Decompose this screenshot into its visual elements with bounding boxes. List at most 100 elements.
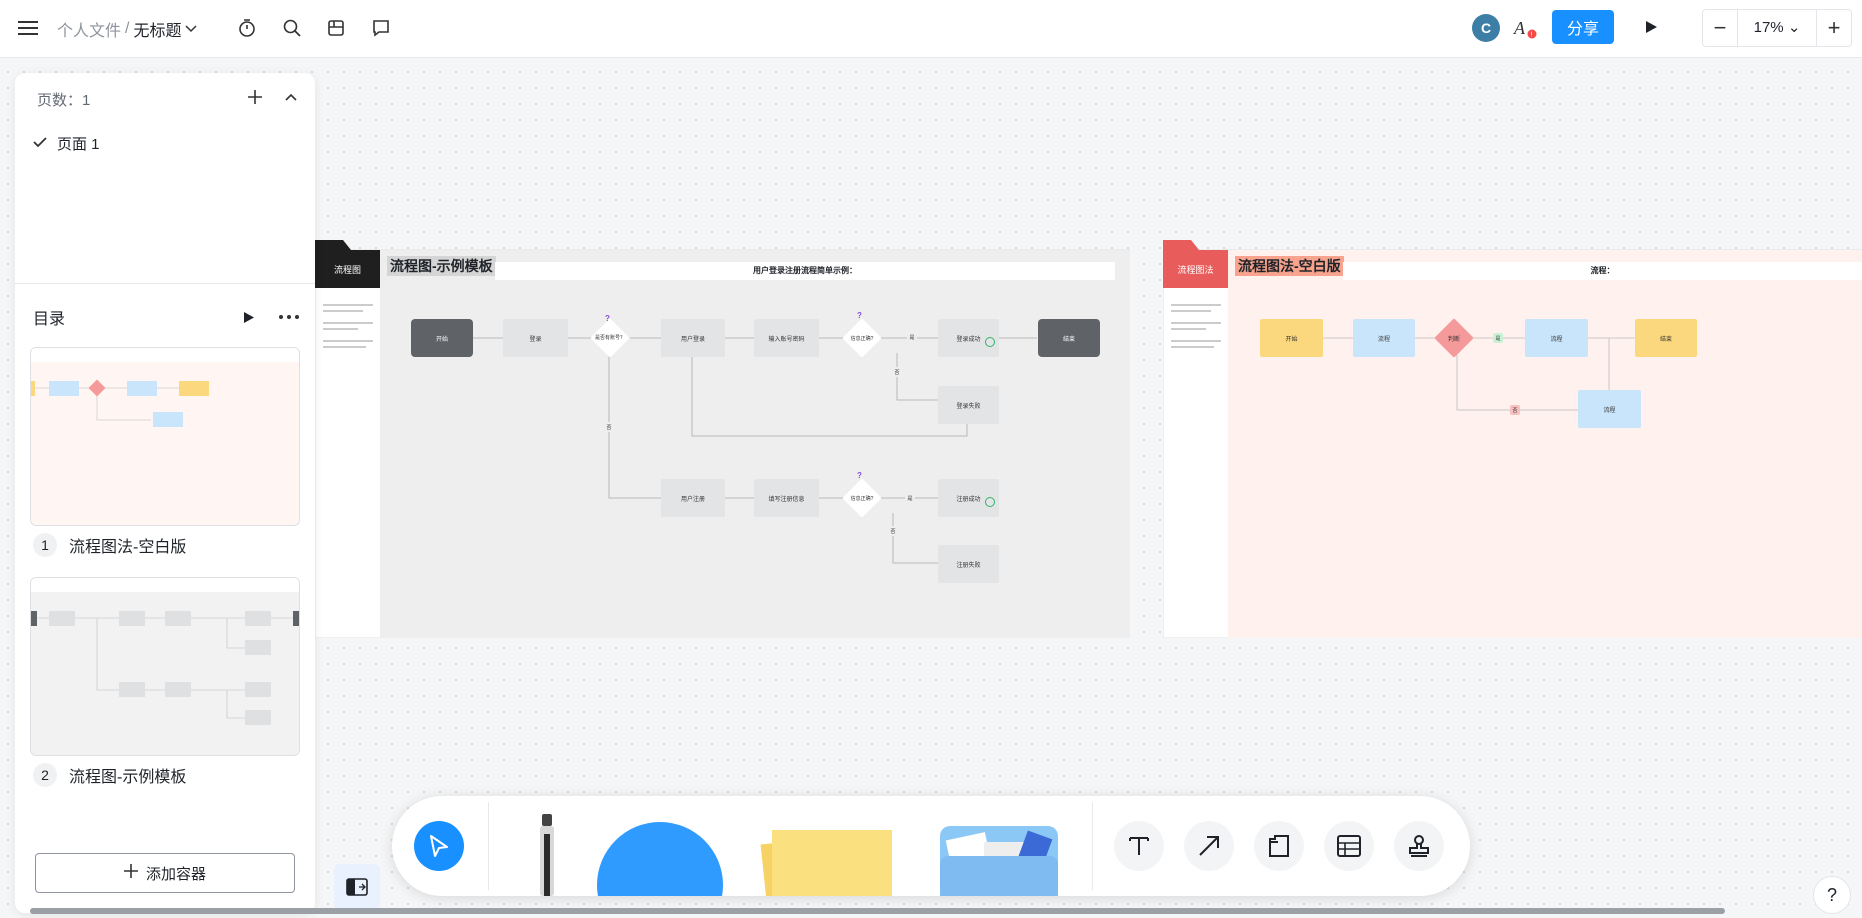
flow-node-step[interactable]: 流程 — [1525, 319, 1588, 357]
sticky-note-tool[interactable] — [754, 824, 894, 896]
play-icon[interactable] — [1638, 14, 1664, 40]
stamp-icon — [1409, 835, 1429, 857]
flow-node-end[interactable]: 结束 — [1635, 319, 1697, 357]
svg-text:A: A — [1513, 18, 1526, 38]
cursor-icon — [430, 835, 448, 857]
flow-label-no: 否 — [888, 526, 898, 536]
toc-item-1[interactable]: 1 流程图法-空白版 — [33, 533, 186, 557]
material-library-tool[interactable] — [940, 826, 1058, 896]
svg-text:!: ! — [1531, 32, 1533, 39]
pages-panel: 页数：1 页面 1 目录 1 流程图法-空白版 2 流程图-示例模板 添加容器 — [15, 73, 315, 913]
archive-icon[interactable] — [323, 15, 349, 41]
table-icon — [1337, 835, 1361, 857]
flow-diamond-label: 判断 — [1447, 336, 1460, 343]
flow-label-yes: 是 — [905, 493, 915, 503]
flow-diamond-label: 信息正确? — [850, 495, 874, 502]
flow-label-yes: 是 — [1493, 333, 1503, 343]
play-icon[interactable] — [237, 305, 261, 329]
flow-connectors — [473, 337, 1037, 564]
help-button[interactable]: ? — [1813, 876, 1851, 914]
flow-node-register-fail[interactable]: 注册失败 — [938, 545, 999, 583]
flow-node-login[interactable]: 登录 — [503, 319, 568, 357]
flow-label-no-account: 否 — [604, 422, 614, 432]
flow-diamond-label: 信息正确? — [850, 335, 874, 342]
question-icon: ? — [605, 314, 610, 323]
breadcrumb-parent[interactable]: 个人文件 — [57, 17, 121, 41]
zoom-in-button[interactable]: + — [1817, 10, 1851, 46]
frame-tool[interactable] — [1254, 821, 1304, 871]
stamp-tool[interactable] — [1394, 821, 1444, 871]
plus-icon — [123, 864, 138, 882]
page-item-1[interactable]: 页面 1 — [33, 133, 100, 154]
board-flowchart-blank[interactable]: 流程图法 流程图法-空白版 流程： 开始 流程 判断 是 流程 结束 否 流程 — [1163, 240, 1862, 638]
add-page-icon[interactable] — [243, 85, 267, 109]
divider — [488, 802, 489, 890]
toc-item-label: 流程图-示例模板 — [69, 769, 187, 786]
zoom-control: − 17% ⌄ + — [1702, 9, 1852, 47]
toc-thumbnail-2[interactable] — [30, 577, 300, 756]
thumbnail-preview — [31, 578, 299, 755]
avatar[interactable]: C — [1472, 14, 1500, 42]
sticky-note-icon — [760, 830, 892, 896]
folder-icon — [940, 826, 1058, 896]
top-bar: 个人文件 / 无标题 C A! 分享 − 17% ⌄ + — [0, 0, 1862, 58]
panel-toggle-button[interactable] — [334, 864, 380, 910]
chevron-down-icon: ⌄ — [1787, 19, 1801, 36]
frame-icon — [1269, 835, 1289, 857]
check-icon — [33, 135, 47, 152]
flow-node-fill-info[interactable]: 填写注册信息 — [754, 479, 819, 517]
toc-item-number: 1 — [33, 533, 57, 557]
page-count-label: 页数：1 — [37, 92, 91, 109]
more-icon[interactable] — [275, 305, 303, 329]
timer-icon[interactable] — [234, 15, 260, 41]
check-circle-icon — [985, 337, 995, 347]
flow-node-step[interactable]: 流程 — [1578, 390, 1641, 428]
chevron-down-icon[interactable] — [185, 20, 198, 38]
flow-node-end[interactable]: 结束 — [1038, 319, 1100, 357]
zoom-out-button[interactable]: − — [1703, 10, 1737, 46]
flow-node-input-password[interactable]: 输入账号密码 — [754, 319, 819, 357]
thumbnail-preview — [31, 348, 299, 525]
chevron-up-icon[interactable] — [279, 85, 303, 109]
divider — [1092, 802, 1093, 890]
tool-dock — [392, 796, 1470, 896]
flow-label-yes: 是 — [907, 332, 917, 342]
toc-title: 目录 — [33, 311, 66, 328]
breadcrumb: 个人文件 / 无标题 — [57, 17, 198, 41]
doc-title[interactable]: 无标题 — [133, 17, 181, 41]
panel-toggle-icon — [346, 878, 368, 896]
shape-tool[interactable] — [597, 822, 723, 896]
connector-tool[interactable] — [1184, 821, 1234, 871]
zoom-level-select[interactable]: 17% ⌄ — [1737, 10, 1817, 46]
breadcrumb-separator: / — [125, 20, 130, 37]
font-style-icon[interactable]: A! — [1510, 14, 1538, 42]
flow-node-register[interactable]: 用户注册 — [661, 479, 725, 517]
text-tool[interactable] — [1114, 821, 1164, 871]
toc-item-number: 2 — [33, 763, 57, 787]
text-icon — [1129, 837, 1149, 855]
flow-node-start[interactable]: 开始 — [1260, 319, 1323, 357]
zoom-level-value: 17% — [1753, 19, 1784, 36]
comment-icon[interactable] — [368, 15, 394, 41]
search-icon[interactable] — [279, 15, 305, 41]
select-tool[interactable] — [414, 821, 464, 871]
question-icon: ? — [857, 311, 862, 320]
flow-node-start[interactable]: 开始 — [411, 319, 473, 357]
page-item-label: 页面 1 — [57, 136, 100, 153]
board-flowchart-template[interactable]: 流程图 流程图-示例模板 用户登录注册流程简单示例： 开始 登录 是否有账号？ … — [315, 240, 1130, 638]
pen-tool[interactable] — [532, 814, 562, 896]
toc-thumbnail-1[interactable] — [30, 347, 300, 526]
flow-label-no: 否 — [1510, 405, 1520, 415]
share-button[interactable]: 分享 — [1552, 10, 1614, 44]
flow-connectors — [1323, 337, 1635, 411]
flow-node-step[interactable]: 流程 — [1353, 319, 1415, 357]
toc-item-2[interactable]: 2 流程图-示例模板 — [33, 763, 186, 787]
table-tool[interactable] — [1324, 821, 1374, 871]
hamburger-icon[interactable] — [14, 14, 42, 42]
pen-icon — [540, 814, 554, 896]
flow-node-login-fail[interactable]: 登录失败 — [938, 386, 999, 424]
check-circle-icon — [985, 497, 995, 507]
flow-node-user-login[interactable]: 用户登录 — [661, 319, 725, 357]
horizontal-scrollbar[interactable] — [30, 908, 1725, 914]
add-container-button[interactable]: 添加容器 — [35, 853, 295, 893]
